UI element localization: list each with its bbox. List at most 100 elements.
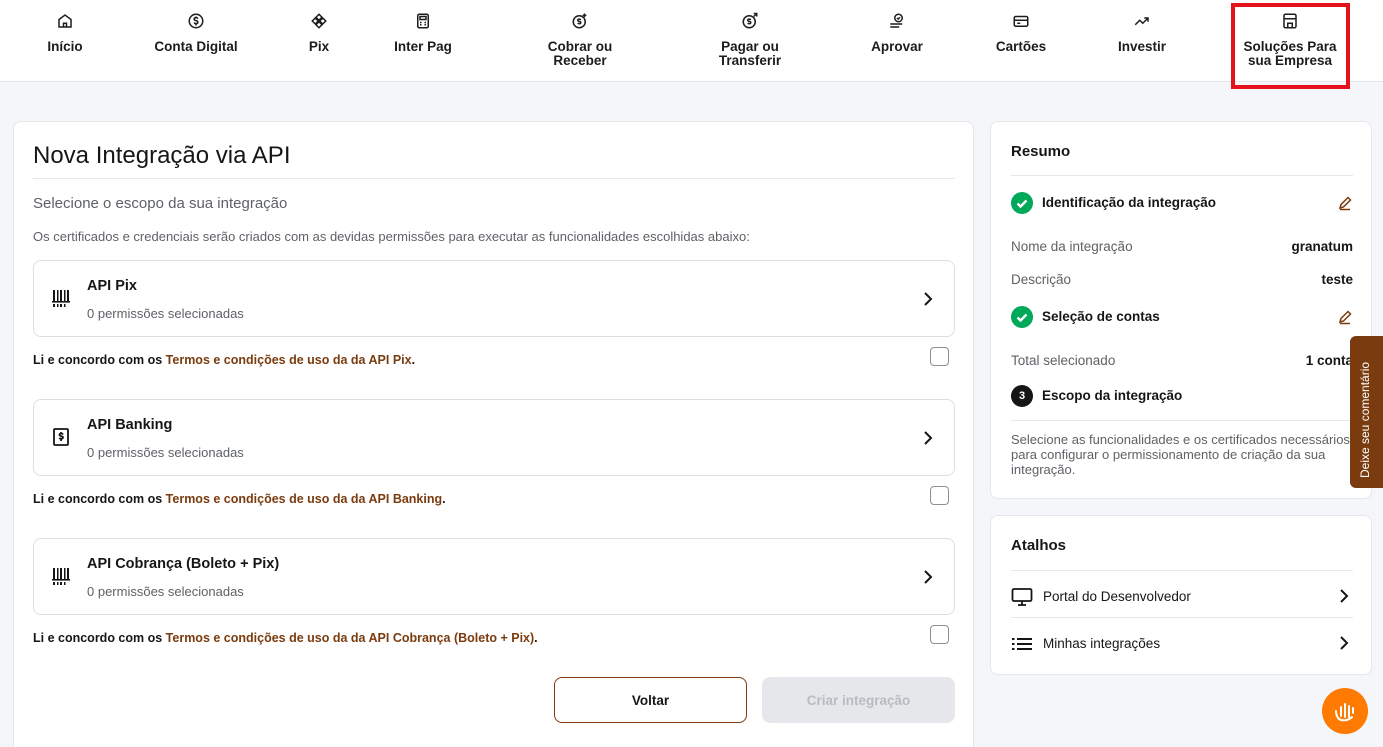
- back-button[interactable]: Voltar: [554, 677, 747, 723]
- chevron-right-icon: [924, 431, 933, 445]
- barcode-icon: [52, 290, 70, 307]
- summary-card: Resumo Identificação da integração Nome …: [990, 121, 1372, 499]
- chevron-right-icon: [924, 292, 933, 306]
- nav-item-cartoes[interactable]: Cartões: [986, 12, 1056, 54]
- nav-item-pix[interactable]: Pix: [300, 12, 338, 54]
- nav-item-inter-pag[interactable]: Inter Pag: [383, 12, 463, 54]
- terms-link[interactable]: Termos e condições de uso da da API Bank…: [166, 492, 442, 506]
- shortcuts-card: Atalhos Portal do Desenvolvedor Minhas i…: [990, 515, 1372, 675]
- top-navigation: Início Conta Digital Pix Inter Pag Cobra…: [0, 0, 1383, 82]
- api-banking-option[interactable]: API Banking 0 permissões selecionadas: [33, 399, 955, 476]
- nav-item-conta-digital[interactable]: Conta Digital: [146, 12, 246, 54]
- shortcut-minhas-integracoes[interactable]: Minhas integrações: [1011, 632, 1353, 656]
- terms-checkbox-api-banking[interactable]: [930, 486, 949, 505]
- api-permissions: 0 permissões selecionadas: [87, 445, 244, 460]
- chevron-right-icon: [1340, 589, 1349, 603]
- field-value: teste: [1321, 272, 1353, 287]
- list-icon: [1012, 638, 1032, 650]
- api-cobranca-option[interactable]: API Cobrança (Boleto + Pix) 0 permissões…: [33, 538, 955, 615]
- nav-item-label: Pagar ou Transferir: [718, 39, 782, 68]
- api-pix-option[interactable]: API Pix 0 permissões selecionadas: [33, 260, 955, 337]
- integration-card: Nova Integração via API Selecione o esco…: [13, 121, 974, 747]
- terms-suffix: .: [442, 492, 446, 506]
- highlight-annotation: [1231, 3, 1350, 89]
- feedback-tab[interactable]: Deixe seu comentário: [1350, 336, 1383, 488]
- terms-suffix: .: [534, 631, 538, 645]
- divider: [33, 178, 955, 179]
- divider: [1011, 570, 1353, 571]
- divider: [1011, 420, 1353, 421]
- terms-link[interactable]: Termos e condições de uso da da API Cobr…: [166, 631, 535, 645]
- field-value: 1 conta: [1305, 353, 1353, 368]
- trend-up-icon: [1134, 17, 1149, 26]
- field-key: Total selecionado: [1011, 353, 1116, 368]
- divider: [1011, 175, 1353, 176]
- chat-assistant-button[interactable]: [1322, 688, 1368, 734]
- nav-item-label: Inter Pag: [394, 39, 452, 54]
- chevron-right-icon: [924, 570, 933, 584]
- terms-prefix: Li e concordo com os: [33, 492, 166, 506]
- page-title: Nova Integração via API: [33, 142, 291, 169]
- edit-pencil-icon[interactable]: [1337, 195, 1353, 211]
- step-help-text: Selecione as funcionalidades e os certif…: [1011, 432, 1350, 477]
- divider: [1011, 617, 1353, 618]
- shortcut-portal-desenvolvedor[interactable]: Portal do Desenvolvedor: [1011, 585, 1353, 609]
- terms-prefix: Li e concordo com os: [33, 353, 166, 367]
- terms-prefix: Li e concordo com os: [33, 631, 166, 645]
- terms-link[interactable]: Termos e condições de uso da da API Pix: [166, 353, 412, 367]
- terms-api-pix: Li e concordo com os Termos e condições …: [33, 353, 415, 367]
- nav-item-label: Cobrar ou Receber: [547, 39, 613, 68]
- section-subtitle: Selecione o escopo da sua integração: [33, 195, 288, 212]
- nav-item-label: Início: [47, 39, 83, 54]
- terms-checkbox-api-cobranca[interactable]: [930, 625, 949, 644]
- pos-terminal-icon: [417, 13, 429, 29]
- field-key: Nome da integração: [1011, 239, 1133, 254]
- section-description: Os certificados e credenciais serão cria…: [33, 229, 750, 244]
- summary-title: Resumo: [1011, 143, 1071, 160]
- shortcut-label: Portal do Desenvolvedor: [1043, 589, 1191, 604]
- nav-item-cobrar-receber[interactable]: Cobrar ou Receber: [535, 12, 625, 68]
- field-value: granatum: [1291, 239, 1353, 254]
- feedback-label: Deixe seu comentário: [1358, 361, 1372, 478]
- shortcuts-title: Atalhos: [1011, 537, 1067, 554]
- api-name: API Cobrança (Boleto + Pix): [87, 556, 280, 572]
- monitor-icon: [1011, 588, 1033, 606]
- nav-item-label: Investir: [1117, 39, 1167, 54]
- nav-item-label: Pix: [308, 39, 330, 54]
- api-permissions: 0 permissões selecionadas: [87, 584, 244, 599]
- chat-assistant-icon: [1335, 703, 1354, 722]
- edit-pencil-icon[interactable]: [1337, 309, 1353, 325]
- home-icon: [58, 14, 72, 28]
- api-permissions: 0 permissões selecionadas: [87, 306, 244, 321]
- step-label: Identificação da integração: [1042, 195, 1217, 210]
- step-escopo: 3 Escopo da integração: [1011, 385, 1353, 409]
- dollar-circle-icon: [188, 13, 204, 29]
- api-name: API Banking: [87, 417, 173, 433]
- nav-item-label: Aprovar: [871, 39, 923, 54]
- terms-suffix: .: [411, 353, 416, 367]
- check-icon: [1011, 192, 1033, 214]
- nav-item-aprovar[interactable]: Aprovar: [862, 12, 932, 54]
- create-integration-button[interactable]: Criar integração: [762, 677, 955, 723]
- step-selecao-contas: Seleção de contas: [1011, 306, 1353, 330]
- card-icon: [1013, 15, 1029, 27]
- step-number-badge: 3: [1011, 385, 1033, 407]
- step-label: Seleção de contas: [1042, 309, 1160, 324]
- shortcut-label: Minhas integrações: [1043, 636, 1161, 651]
- nav-item-label: Cartões: [995, 39, 1047, 54]
- receive-money-icon: [572, 13, 587, 29]
- chevron-right-icon: [1340, 636, 1349, 650]
- step-label: Escopo da integração: [1042, 388, 1183, 403]
- bank-receipt-icon: [53, 428, 69, 446]
- terms-checkbox-api-pix[interactable]: [930, 347, 949, 366]
- field-key: Descrição: [1011, 272, 1072, 287]
- nav-item-inicio[interactable]: Início: [40, 12, 90, 54]
- api-name: API Pix: [87, 278, 137, 294]
- terms-api-cobranca: Li e concordo com os Termos e condições …: [33, 631, 538, 645]
- send-money-icon: [742, 12, 758, 29]
- nav-item-pagar-transferir[interactable]: Pagar ou Transferir: [705, 12, 795, 68]
- step-identificacao: Identificação da integração: [1011, 192, 1353, 216]
- approve-list-icon: [890, 13, 903, 28]
- barcode-icon: [52, 568, 70, 585]
- nav-item-investir[interactable]: Investir: [1107, 12, 1177, 54]
